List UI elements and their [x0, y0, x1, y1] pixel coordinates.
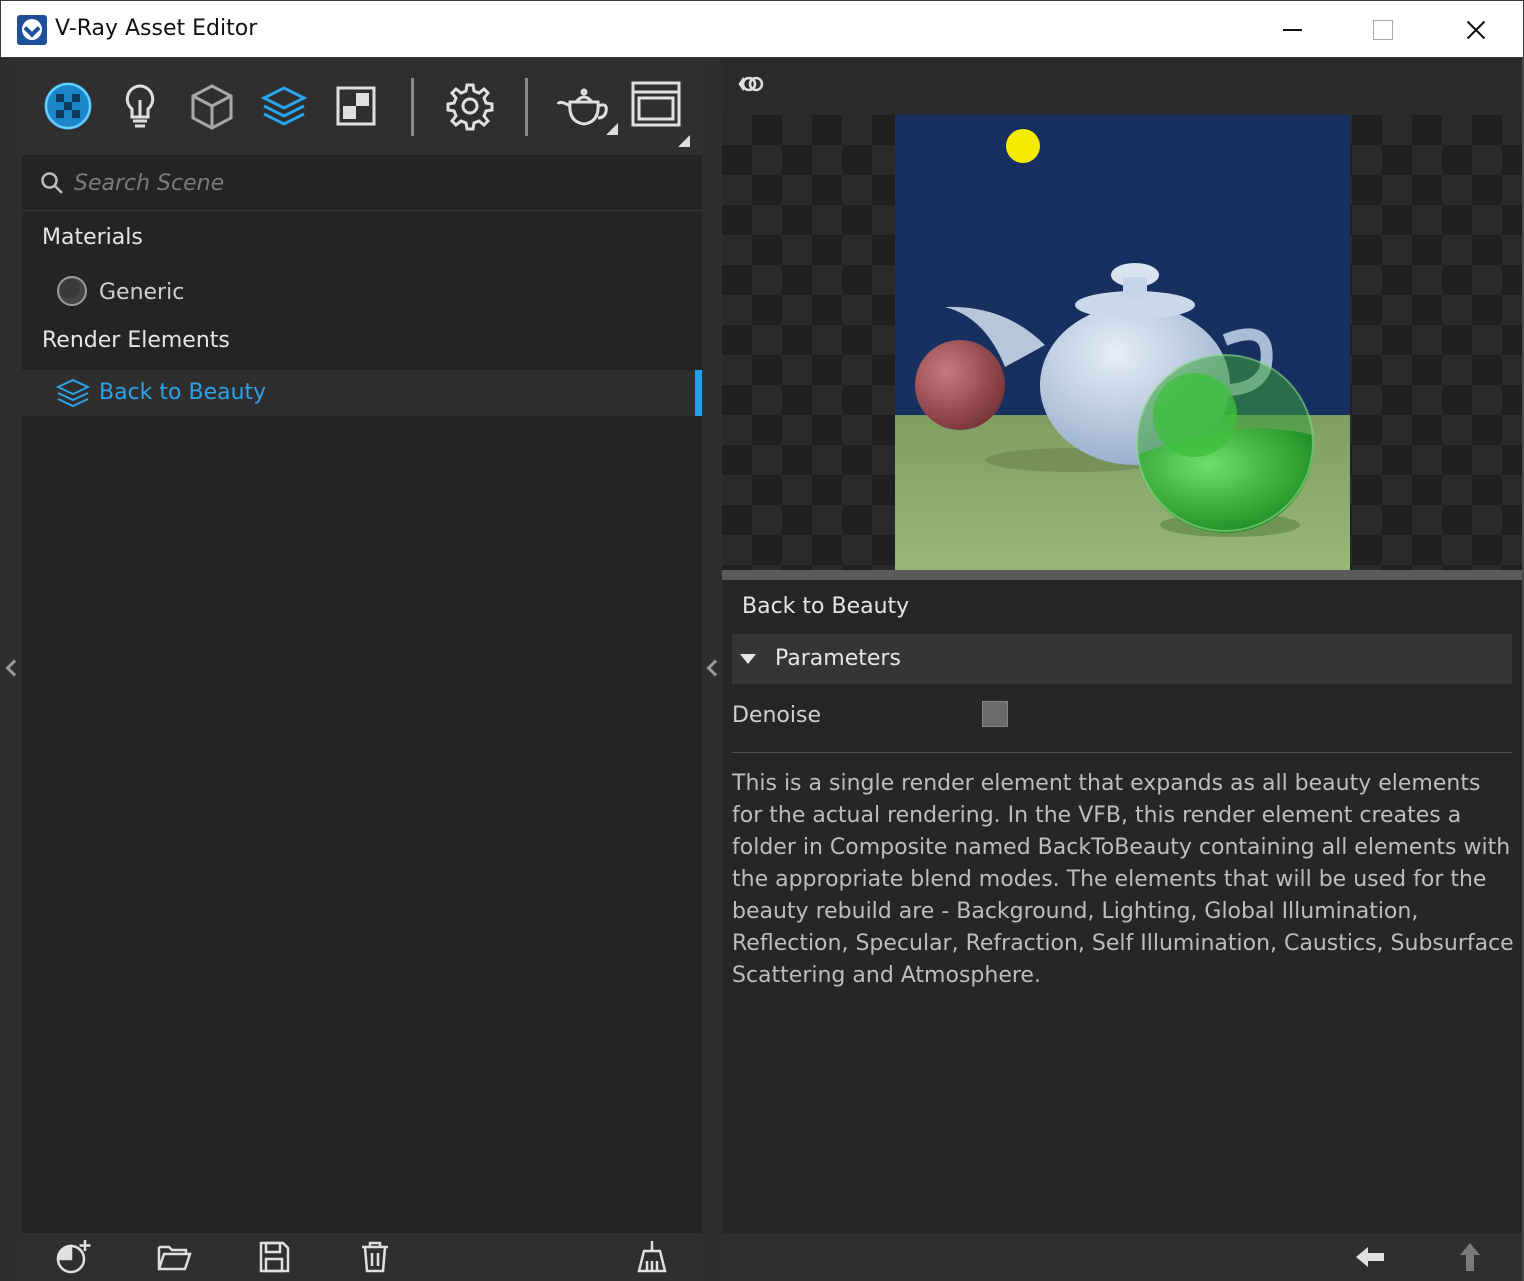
chevron-left-icon [5, 659, 23, 677]
lights-icon [125, 84, 155, 128]
material-item-generic[interactable]: Generic [22, 270, 702, 316]
selection-indicator [695, 370, 702, 416]
close-button[interactable] [1431, 1, 1523, 59]
save-icon [259, 1241, 290, 1273]
up-button[interactable] [1452, 1239, 1488, 1275]
bottom-toolbar-left [22, 1233, 702, 1281]
window-title: V-Ray Asset Editor [55, 16, 258, 41]
frame-buffer-icon [631, 81, 681, 127]
denoise-checkbox[interactable] [982, 701, 1008, 727]
lights-button[interactable] [114, 80, 166, 132]
chevron-left-icon [706, 659, 724, 677]
frame-buffer-button[interactable] [630, 80, 690, 147]
settings-button[interactable] [444, 80, 496, 132]
minimize-icon [1283, 29, 1302, 31]
search-input[interactable] [74, 169, 674, 197]
maximize-icon [1373, 20, 1393, 40]
asset-name: Back to Beauty [742, 594, 910, 619]
maximize-button[interactable] [1339, 1, 1431, 59]
preview-mode-icon[interactable] [736, 70, 768, 98]
layers-icon [56, 378, 90, 408]
preview-splitter[interactable] [722, 570, 1522, 580]
delete-button[interactable] [357, 1239, 393, 1275]
settings-icon [446, 83, 494, 131]
open-file-button[interactable] [156, 1239, 192, 1275]
purge-button[interactable] [634, 1239, 670, 1275]
render-elements-icon [260, 86, 308, 126]
asset-details-panel: Back to Beauty Parameters Denoise This i… [722, 58, 1522, 1233]
render-element-item-back-to-beauty[interactable]: Back to Beauty [22, 370, 702, 416]
save-button[interactable] [256, 1239, 292, 1275]
back-arrow-icon [1356, 1247, 1384, 1267]
delete-icon [362, 1241, 388, 1273]
preview-toolbar [722, 58, 1522, 115]
category-toolbar [22, 58, 702, 155]
middle-collapse-handle[interactable] [702, 58, 724, 1281]
parameters-rollout-header[interactable]: Parameters [732, 634, 1512, 684]
parameters-label: Parameters [775, 646, 901, 671]
material-sphere-icon [57, 276, 87, 306]
geometry-button[interactable] [186, 80, 238, 132]
title-bar: V-Ray Asset Editor [0, 0, 1524, 58]
asset-browser-panel: Materials Generic Render Elements Back t… [22, 58, 702, 1233]
dropdown-corner-icon [678, 135, 690, 147]
toolbar-separator [525, 78, 528, 136]
textures-icon [336, 86, 376, 126]
bottom-toolbar-right [722, 1233, 1522, 1281]
denoise-label: Denoise [732, 703, 821, 728]
render-teapot-icon [556, 88, 608, 126]
expand-triangle-icon [740, 654, 756, 664]
minimize-button[interactable] [1247, 1, 1339, 59]
material-item-label: Generic [99, 280, 185, 305]
materials-section-title: Materials [42, 225, 143, 250]
vray-logo-icon [17, 15, 47, 45]
left-collapse-handle[interactable] [0, 58, 23, 1281]
up-arrow-icon [1460, 1243, 1480, 1271]
preview-render-image [895, 115, 1350, 570]
search-bar [22, 155, 702, 211]
purge-icon [637, 1241, 667, 1273]
dropdown-corner-icon [606, 123, 618, 135]
materials-button[interactable] [42, 80, 94, 132]
render-element-item-label: Back to Beauty [99, 380, 267, 405]
add-asset-button[interactable] [55, 1239, 91, 1275]
material-preview-area [722, 115, 1522, 570]
add-asset-icon [56, 1240, 91, 1274]
open-file-icon [157, 1245, 192, 1271]
search-icon [41, 172, 63, 194]
back-button[interactable] [1352, 1239, 1388, 1275]
render-elements-button[interactable] [258, 80, 310, 132]
geometry-icon [191, 84, 233, 130]
materials-icon [44, 82, 92, 130]
render-elements-section-title: Render Elements [42, 328, 230, 353]
textures-button[interactable] [330, 80, 382, 132]
toolbar-separator [411, 78, 414, 136]
element-description: This is a single render element that exp… [732, 771, 1514, 988]
render-button[interactable] [556, 80, 618, 135]
divider [732, 752, 1512, 753]
